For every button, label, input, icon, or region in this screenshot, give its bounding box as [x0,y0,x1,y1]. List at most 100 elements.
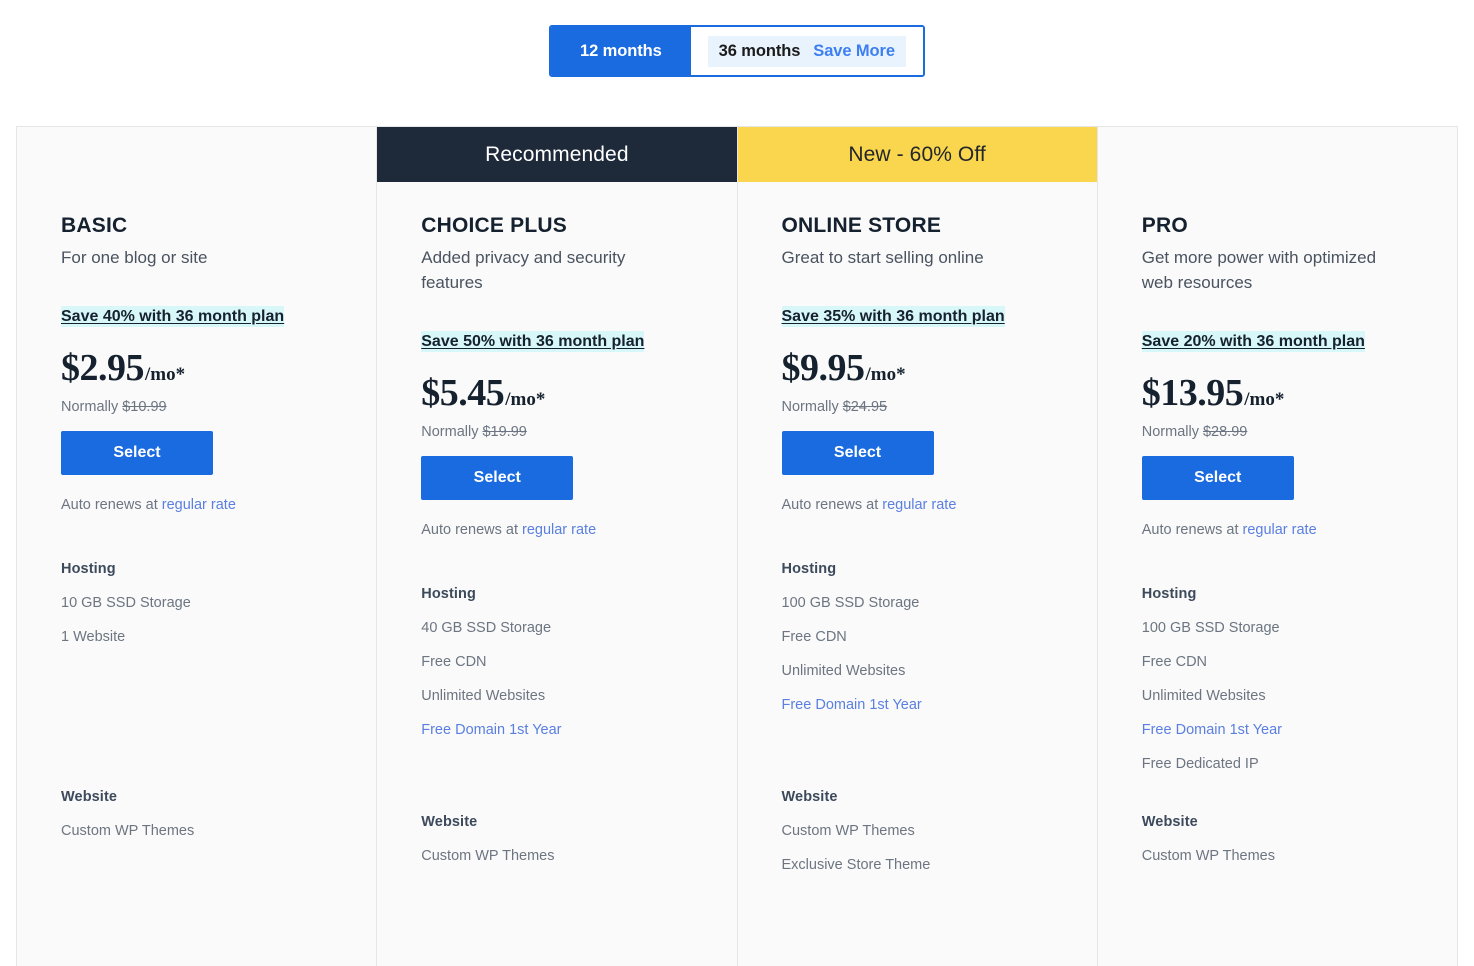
normally-label: Normally [421,424,478,440]
plan-price-row: $5.45/mo* [421,371,692,415]
feature-group-website: Website Custom WP Themes [1142,814,1413,864]
save-more-label: Save More [813,42,895,61]
plan-body-pro: PRO Get more power with optimized web res… [1098,182,1457,966]
auto-renew-note: Auto renews at regular rate [61,497,332,513]
plan-price-suffix: /mo* [505,389,545,411]
auto-renew-note: Auto renews at regular rate [782,497,1053,513]
feature-group-title: Website [782,789,1053,805]
auto-renew-prefix: Auto renews at [61,497,162,513]
feature-item: 100 GB SSD Storage [1142,620,1413,636]
plan-card-basic: BASICFor one blog or siteSave 40% with 3… [17,127,377,966]
normally-price: $28.99 [1203,424,1247,440]
plan-banner-empty [1098,127,1457,182]
regular-rate-link[interactable]: regular rate [1243,522,1317,538]
plan-banner-new-offer: New - 60% Off [738,127,1097,182]
plan-price-row: $13.95/mo* [1142,371,1413,415]
feature-group-title: Hosting [421,586,692,602]
feature-group-hosting: Hosting 100 GB SSD Storage Free CDN Unlimit… [1142,586,1413,814]
plan-banner-label: New - 60% Off [848,143,985,167]
save-link-row: Save 20% with 36 month plan [1142,333,1413,357]
plan-name: ONLINE STORE [782,214,1053,238]
save-link-row: Save 40% with 36 month plan [61,308,332,332]
feature-link[interactable]: Free Domain 1st Year [421,722,692,738]
select-button[interactable]: Select [782,431,934,475]
save-with-36-month-plan-link[interactable]: Save 20% with 36 month plan [1142,331,1365,352]
feature-item: Unlimited Websites [421,688,692,704]
normally-price: $24.95 [843,399,887,415]
plan-price-suffix: /mo* [866,364,906,386]
feature-item: Free Dedicated IP [1142,756,1413,772]
save-with-36-month-plan-link[interactable]: Save 35% with 36 month plan [782,306,1005,327]
plan-name: BASIC [61,214,332,238]
normally-price: $10.99 [122,399,166,415]
term-toggle-container: 12 months 36 months Save More [0,0,1474,77]
feature-item: 100 GB SSD Storage [782,595,1053,611]
plan-price-row: $2.95/mo* [61,346,332,390]
feature-group-title: Hosting [1142,586,1413,602]
plan-card-pro: PRO Get more power with optimized web res… [1098,127,1457,966]
regular-rate-link[interactable]: regular rate [522,522,596,538]
auto-renew-prefix: Auto renews at [782,497,883,513]
select-button[interactable]: Select [421,456,573,500]
auto-renew-prefix: Auto renews at [1142,522,1243,538]
regular-rate-link[interactable]: regular rate [882,497,956,513]
normally-price-row: Normally $10.99 [61,399,332,415]
term-option-36-months-inner: 36 months Save More [708,36,906,67]
save-with-36-month-plan-link[interactable]: Save 40% with 36 month plan [61,306,284,327]
regular-rate-link[interactable]: regular rate [162,497,236,513]
term-toggle[interactable]: 12 months 36 months Save More [549,25,925,77]
term-option-36-months-label: 36 months [719,42,801,61]
feature-link[interactable]: Free Domain 1st Year [1142,722,1413,738]
feature-group-title: Website [1142,814,1413,830]
feature-group-title: Website [61,789,332,805]
normally-price-row: Normally $19.99 [421,424,692,440]
feature-link[interactable]: Free Domain 1st Year [782,697,1053,713]
plan-body-choice-plus: CHOICE PLUSAdded privacy and security fe… [377,182,736,966]
save-link-row: Save 50% with 36 month plan [421,333,692,357]
select-button[interactable]: Select [1142,456,1294,500]
feature-group-hosting: Hosting 10 GB SSD Storage 1 Website [61,561,332,789]
term-option-12-months[interactable]: 12 months [551,27,691,75]
select-button[interactable]: Select [61,431,213,475]
feature-item: 40 GB SSD Storage [421,620,692,636]
feature-item: Custom WP Themes [61,823,332,839]
feature-item: Free CDN [782,629,1053,645]
plan-banner-label: Recommended [485,143,629,167]
plan-tagline: Great to start selling online [782,246,1032,271]
plan-price-suffix: /mo* [145,364,185,386]
feature-item: Free CDN [1142,654,1413,670]
plan-name: PRO [1142,214,1413,238]
feature-item: Free CDN [421,654,692,670]
plan-tagline: Added privacy and security features [421,246,671,296]
plan-card-online-store: New - 60% Off ONLINE STORE Great to start … [738,127,1098,966]
feature-group-website: Website Custom WP Themes [61,789,332,839]
term-option-12-months-label: 12 months [580,42,662,61]
save-link-row: Save 35% with 36 month plan [782,308,1053,332]
auto-renew-note: Auto renews at regular rate [1142,522,1413,538]
auto-renew-prefix: Auto renews at [421,522,522,538]
feature-item: Custom WP Themes [1142,848,1413,864]
plan-tagline: Get more power with optimized web resour… [1142,246,1392,296]
plan-card-choice-plus: Recommended CHOICE PLUSAdded privacy and … [377,127,737,966]
plan-banner-recommended: Recommended [377,127,736,182]
save-with-36-month-plan-link[interactable]: Save 50% with 36 month plan [421,331,644,352]
feature-item: Exclusive Store Theme [782,857,1053,873]
feature-group-website: WebsiteCustom WP Themes [421,814,692,864]
normally-price-row: Normally $24.95 [782,399,1053,415]
plan-price-row: $9.95/mo* [782,346,1053,390]
feature-item: Custom WP Themes [782,823,1053,839]
auto-renew-note: Auto renews at regular rate [421,522,692,538]
plan-price: $9.95 [782,346,865,390]
normally-label: Normally [61,399,118,415]
plan-body-basic: BASICFor one blog or siteSave 40% with 3… [17,182,376,966]
plan-body-online-store: ONLINE STORE Great to start selling onlin… [738,182,1097,966]
feature-group-title: Website [421,814,692,830]
feature-item: 1 Website [61,629,332,645]
feature-item: 10 GB SSD Storage [61,595,332,611]
feature-item: Unlimited Websites [1142,688,1413,704]
feature-group-title: Hosting [61,561,332,577]
term-option-36-months[interactable]: 36 months Save More [691,27,923,75]
pricing-cards-grid: BASICFor one blog or siteSave 40% with 3… [16,126,1458,966]
plan-price: $13.95 [1142,371,1244,415]
feature-group-hosting: Hosting 40 GB SSD Storage Free CDN Unlimite… [421,586,692,814]
